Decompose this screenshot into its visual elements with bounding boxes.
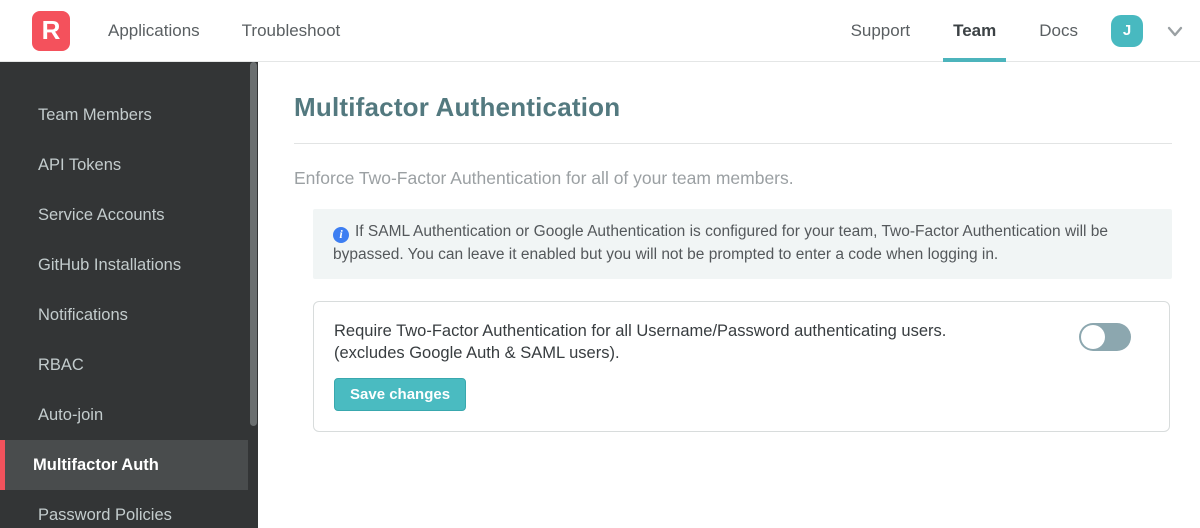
sidebar-item-label: Password Policies <box>38 505 172 524</box>
mfa-setting-label-line2: (excludes Google Auth & SAML users). <box>334 344 620 362</box>
intro-text: Enforce Two-Factor Authentication for al… <box>294 168 794 188</box>
nav-item-docs[interactable]: Docs <box>1039 21 1078 41</box>
avatar-initial: J <box>1122 22 1132 39</box>
info-note-text: If SAML Authentication or Google Authent… <box>333 223 1109 263</box>
sidebar-item-label: Notifications <box>38 305 128 324</box>
nav-item-team[interactable]: Team <box>943 1 1007 62</box>
mfa-toggle-knob <box>1081 325 1105 349</box>
nav-item-support[interactable]: Support <box>851 21 911 41</box>
top-header: R Applications Troubleshoot Support Team… <box>0 0 1200 62</box>
sidebar-item-label: Service Accounts <box>38 205 165 224</box>
sidebar-item-label: Multifactor Auth <box>33 455 159 474</box>
nav-item-team-label: Team <box>953 20 997 40</box>
mfa-setting-label-line1: Require Two-Factor Authentication for al… <box>334 322 947 340</box>
logo-letter: R <box>41 15 61 45</box>
sidebar-item-api-tokens[interactable]: API Tokens <box>0 140 248 190</box>
sidebar-item-github-installations[interactable]: GitHub Installations <box>0 240 248 290</box>
primary-nav: Applications Troubleshoot <box>108 21 340 41</box>
nav-item-troubleshoot[interactable]: Troubleshoot <box>242 21 341 41</box>
info-note: i If SAML Authentication or Google Authen… <box>313 209 1172 279</box>
active-tab-underline <box>943 57 1007 62</box>
sidebar-item-label: RBAC <box>38 355 84 374</box>
title-divider <box>294 143 1172 144</box>
sidebar-item-label: GitHub Installations <box>38 255 182 274</box>
mfa-toggle[interactable] <box>1079 323 1131 351</box>
secondary-nav: Support Team Docs J <box>851 1 1186 62</box>
content-area: Multifactor Authentication Enforce Two-F… <box>258 62 1200 528</box>
mfa-setting-card: Require Two-Factor Authentication for al… <box>313 301 1170 432</box>
sidebar-item-password-policies[interactable]: Password Policies <box>0 490 248 528</box>
settings-sidebar: Team Members API Tokens Service Accounts… <box>0 62 258 528</box>
main-layout: Team Members API Tokens Service Accounts… <box>0 62 1200 528</box>
sidebar-item-service-accounts[interactable]: Service Accounts <box>0 190 248 240</box>
nav-item-applications[interactable]: Applications <box>108 21 200 41</box>
chevron-down-icon[interactable] <box>1164 20 1186 42</box>
info-icon: i <box>333 226 349 243</box>
sidebar-item-team-members[interactable]: Team Members <box>0 90 248 140</box>
mfa-setting-label: Require Two-Factor Authentication for al… <box>334 320 946 364</box>
sidebar-item-label: API Tokens <box>38 155 122 174</box>
sidebar-item-auto-join[interactable]: Auto-join <box>0 390 248 440</box>
app-logo[interactable]: R <box>32 10 70 51</box>
sidebar-item-label: Team Members <box>38 105 152 124</box>
sidebar-item-label: Auto-join <box>38 405 104 424</box>
sidebar-item-notifications[interactable]: Notifications <box>0 290 248 340</box>
save-changes-button[interactable]: Save changes <box>334 378 467 411</box>
sidebar-item-rbac[interactable]: RBAC <box>0 340 248 390</box>
user-avatar[interactable]: J <box>1111 14 1143 47</box>
page-title: Multifactor Authentication <box>294 92 621 122</box>
sidebar-item-multifactor-auth[interactable]: Multifactor Auth <box>0 440 248 490</box>
sidebar-scrollbar[interactable] <box>250 62 257 426</box>
